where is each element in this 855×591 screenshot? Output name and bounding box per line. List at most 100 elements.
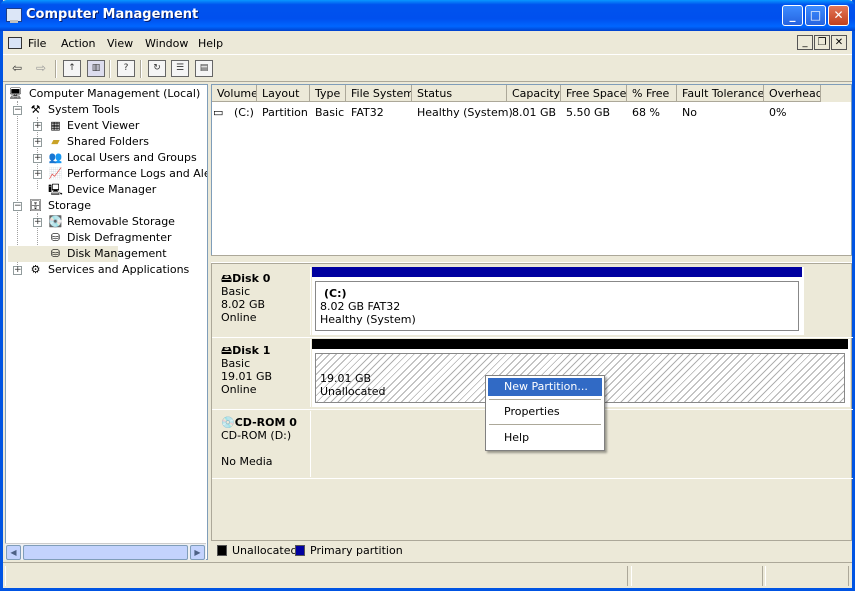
back-icon[interactable]: ⇦ [8,60,26,77]
column-percent-free[interactable]: % Free [627,85,677,102]
legend-unallocated: Unallocated [232,544,298,557]
menu-help[interactable]: Help [198,37,223,50]
row-divider [212,337,853,338]
partition-c[interactable]: (C:) 8.02 GB FAT32 Healthy (System) [315,281,799,331]
window-title: Computer Management [26,7,199,22]
menu-action[interactable]: Action [61,37,95,50]
column-capacity[interactable]: Capacity [507,85,561,102]
users-icon: 👥 [48,151,63,164]
menu-view[interactable]: View [107,37,133,50]
menu-bar: File Action View Window Help _ ❐ ✕ [3,31,852,55]
disk-management-icon: ⛁ [50,247,61,260]
collapse-icon[interactable]: − [13,202,22,211]
column-type[interactable]: Type [310,85,346,102]
computer-icon: 🖥 [8,87,23,100]
column-file-system[interactable]: File System [346,85,412,102]
toolbar-separator [140,60,142,78]
disk-icon: 🖴 [221,272,233,285]
cdrom-0-label[interactable]: 💿CD-ROM 0 CD-ROM (D:) No Media [215,411,311,477]
column-fault-tolerance[interactable]: Fault Tolerance [677,85,764,102]
computer-management-icon [6,8,22,23]
unallocated-swatch [217,545,227,556]
minimize-button[interactable]: _ [782,5,803,26]
column-overhead[interactable]: Overhead [764,85,821,102]
toolbar-separator [55,60,57,78]
status-bar [3,562,852,588]
event-viewer-icon: ▦ [50,119,61,132]
console-tree[interactable]: 🖥 Computer Management (Local) − ⚒ System… [5,84,208,560]
column-volume[interactable]: Volume [212,85,257,102]
legend-primary-partition: Primary partition [310,544,403,557]
toolbar-separator [109,60,111,78]
expand-icon[interactable]: + [33,138,42,147]
disk-icon: 🖴 [221,344,233,357]
close-button[interactable]: ✕ [828,5,849,26]
cdrom-icon: 💿 [221,416,235,429]
show-hide-tree-icon[interactable]: ▥ [87,60,105,77]
cell-free-space: 5.50 GB [566,106,611,119]
legend: Unallocated Primary partition [211,540,852,560]
properties-icon[interactable]: ☰ [171,60,189,77]
tools-icon: ⚒ [30,103,41,116]
console-menu-icon[interactable] [8,37,22,49]
shared-folder-icon: ▰ [51,135,60,148]
defragmenter-icon: ⛁ [50,231,61,244]
cell-fault-tolerance: No [682,106,697,119]
maximize-button[interactable]: □ [805,5,826,26]
computer-management-window: Computer Management _ □ ✕ File Action Vi… [0,0,855,591]
menu-item-help[interactable]: Help [488,429,602,447]
expand-icon[interactable]: + [33,122,42,131]
mdi-close-button[interactable]: ✕ [831,35,847,50]
expand-icon[interactable]: + [33,218,42,227]
help-icon[interactable]: ? [117,60,135,77]
expand-icon[interactable]: + [13,266,22,275]
menu-item-new-partition[interactable]: New Partition... [488,378,602,396]
help-topics-icon[interactable]: ▤ [195,60,213,77]
title-bar[interactable]: Computer Management _ □ ✕ [0,0,855,31]
context-menu: New Partition... Properties Help [485,375,605,451]
menu-separator [489,399,601,400]
column-layout[interactable]: Layout [257,85,310,102]
mdi-restore-button[interactable]: ❐ [814,35,830,50]
volume-list-header: Volume Layout Type File System Status Ca… [212,85,851,102]
primary-partition-bar [312,267,802,277]
menu-file[interactable]: File [28,37,46,50]
disk-0-partitions: (C:) 8.02 GB FAT32 Healthy (System) [312,267,804,335]
column-status[interactable]: Status [412,85,507,102]
performance-icon: 📈 [48,167,63,180]
primary-partition-swatch [295,545,305,556]
scroll-thumb[interactable] [23,545,188,560]
cell-layout: Partition [262,106,308,119]
refresh-icon[interactable]: ↻ [148,60,166,77]
device-manager-icon: 🖳 [48,183,63,196]
expand-icon[interactable]: + [33,170,42,179]
toolbar: ⇦ ⇨ ↑ ▥ ? ↻ ☰ ▤ [3,56,852,82]
menu-window[interactable]: Window [145,37,188,50]
disk-1-label[interactable]: 🖴Disk 1 Basic 19.01 GB Online [215,339,311,407]
collapse-icon[interactable]: − [13,106,22,115]
status-panel-main [5,566,628,586]
disk-0-label[interactable]: 🖴Disk 0 Basic 8.02 GB Online [215,267,311,335]
up-folder-icon[interactable]: ↑ [63,60,81,77]
tree-item-disk-management[interactable]: ⛁ Disk Management [8,246,167,262]
scroll-left-icon[interactable]: ◀ [6,545,21,560]
cell-file-system: FAT32 [351,106,384,119]
tree-horizontal-scrollbar[interactable]: ◀ ▶ [5,543,206,560]
scroll-right-icon[interactable]: ▶ [190,545,205,560]
mdi-minimize-button[interactable]: _ [797,35,813,50]
row-divider [212,478,853,479]
cell-capacity: 8.01 GB [512,106,557,119]
services-icon: ⚙ [30,263,41,276]
storage-icon: 🗄 [28,199,43,212]
expand-icon[interactable]: + [33,154,42,163]
cell-type: Basic [315,106,345,119]
status-panel-2 [631,566,763,586]
column-free-space[interactable]: Free Space [561,85,627,102]
cell-overhead: 0% [769,106,787,119]
menu-item-properties[interactable]: Properties [488,403,602,421]
removable-storage-icon: 💽 [48,215,63,228]
unallocated-bar [312,339,848,349]
pane-splitter[interactable] [211,255,852,263]
volume-icon: ▭ [213,106,224,119]
forward-icon[interactable]: ⇨ [32,60,50,77]
